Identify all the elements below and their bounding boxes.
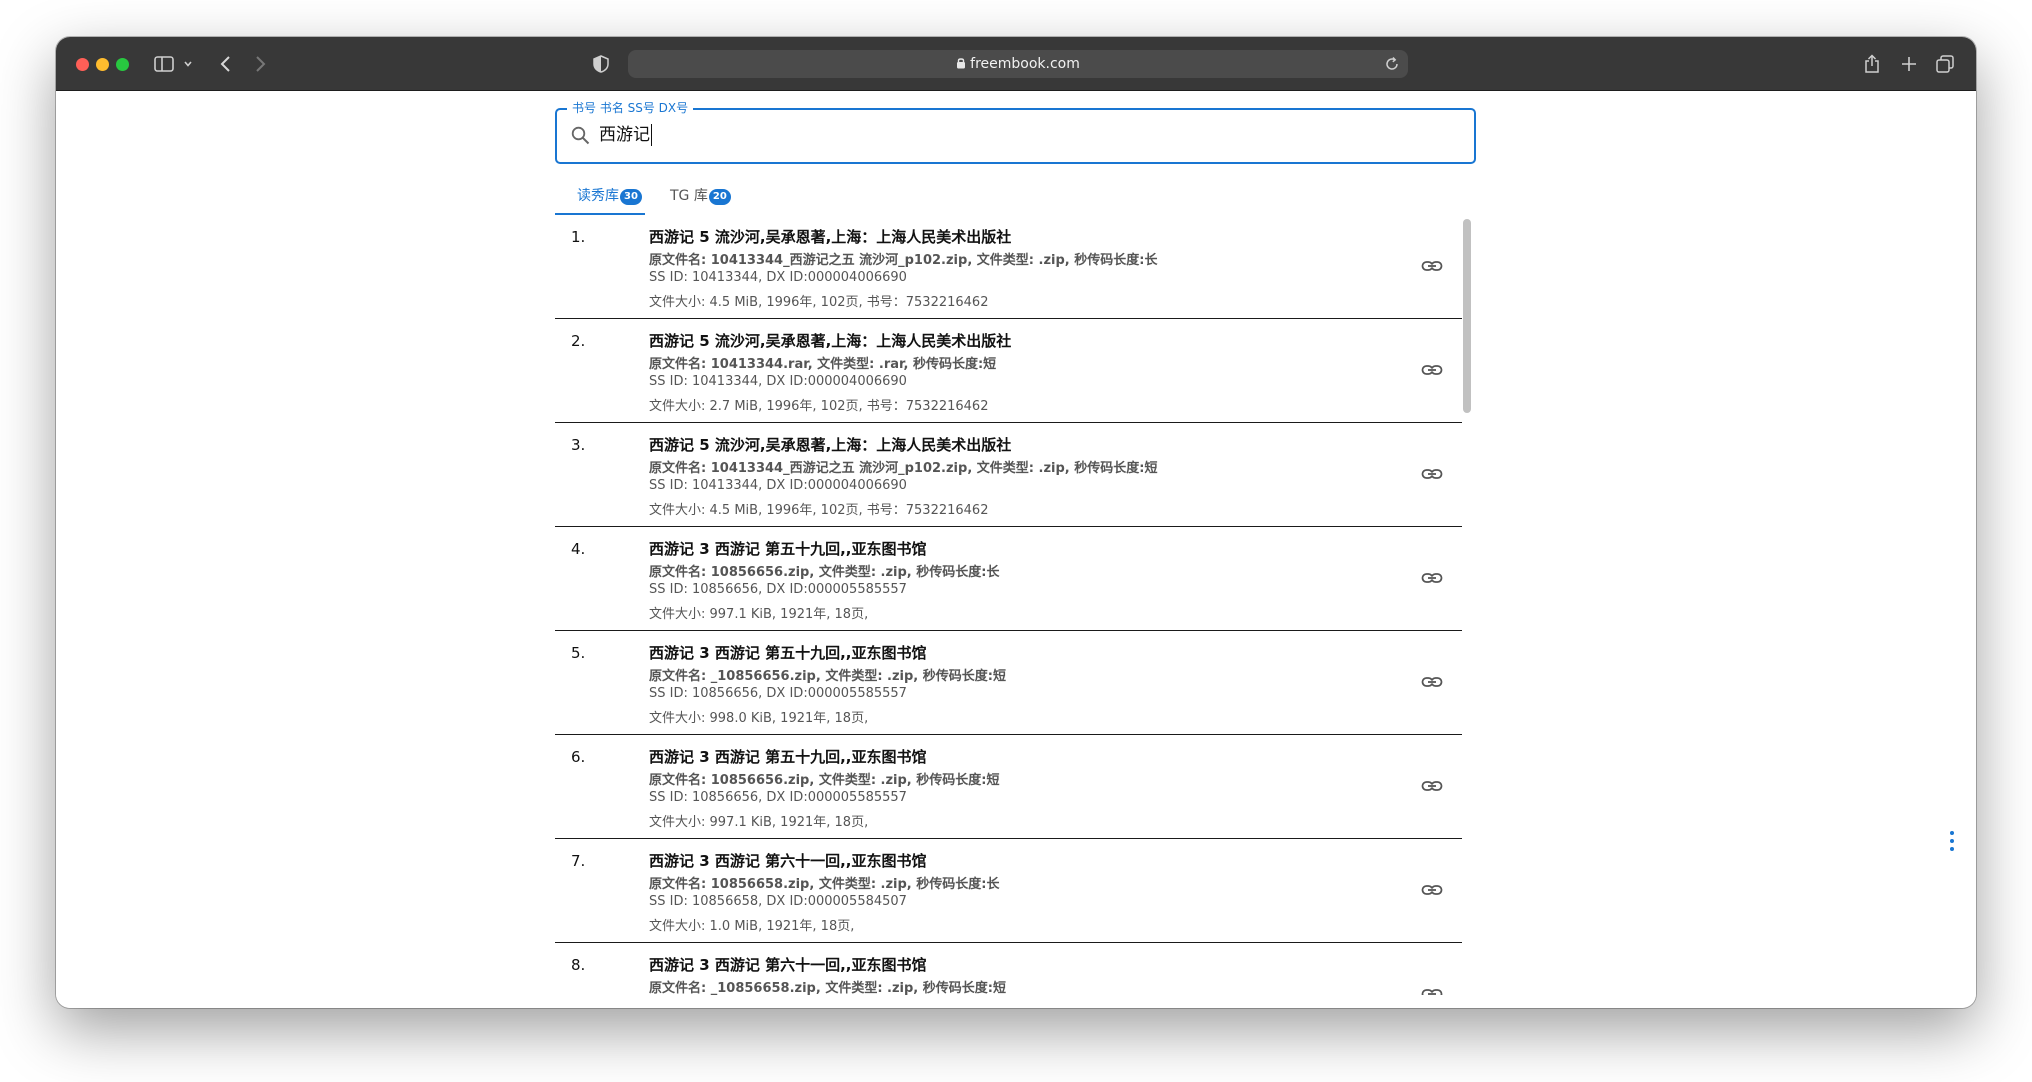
- item-title: 西游记 3 西游记 第六十一回,,亚东图书馆: [649, 956, 927, 974]
- item-ids: SS ID: 10856656, DX ID:000005585557: [649, 790, 907, 805]
- minimize-window-button[interactable]: [96, 58, 109, 71]
- address-bar[interactable]: freembook.com: [628, 50, 1408, 78]
- link-icon[interactable]: [1421, 255, 1443, 277]
- item-ids: SS ID: 10856656, DX ID:000005585557: [649, 686, 907, 701]
- zoom-window-button[interactable]: [116, 58, 129, 71]
- item-file: 原文件名: 10856656.zip, 文件类型: .zip, 秒传码长度:短: [649, 773, 1000, 788]
- new-tab-icon[interactable]: [1899, 51, 1919, 77]
- tab-duxiu-count-badge: 30: [620, 189, 642, 205]
- browser-window: freembook.com 书号 书名 SS号 DX号 西游记 读秀库 30 T…: [56, 37, 1976, 1008]
- tab-tg-label: TG 库: [670, 188, 708, 204]
- item-title: 西游记 3 西游记 第五十九回,,亚东图书馆: [649, 540, 927, 558]
- item-file: 原文件名: _10856658.zip, 文件类型: .zip, 秒传码长度:短: [649, 981, 1006, 995]
- item-file: 原文件名: 10413344.rar, 文件类型: .rar, 秒传码长度:短: [649, 357, 997, 372]
- link-icon[interactable]: [1421, 775, 1443, 797]
- item-number: 6.: [571, 748, 586, 766]
- item-file: 原文件名: 10413344_西游记之五 流沙河_p102.zip, 文件类型:…: [649, 253, 1158, 268]
- list-item[interactable]: 4. 西游记 3 西游记 第五十九回,,亚东图书馆 原文件名: 10856656…: [555, 527, 1462, 631]
- item-number: 3.: [571, 436, 586, 454]
- item-title: 西游记 3 西游记 第五十九回,,亚东图书馆: [649, 644, 927, 662]
- item-meta: 文件大小: 997.1 KiB, 1921年, 18页,: [649, 815, 869, 830]
- lock-icon: [957, 58, 966, 69]
- tab-overview-icon[interactable]: [1934, 51, 1956, 77]
- results-list: 1. 西游记 5 流沙河,吴承恩著,上海：上海人民美术出版社 原文件名: 104…: [555, 215, 1462, 995]
- link-icon[interactable]: [1421, 567, 1443, 589]
- item-meta: 文件大小: 998.0 KiB, 1921年, 18页,: [649, 711, 869, 726]
- browser-toolbar: freembook.com: [56, 37, 1976, 91]
- tab-duxiu[interactable]: 读秀库 30: [577, 175, 642, 215]
- share-icon[interactable]: [1862, 51, 1882, 77]
- search-field-label: 书号 书名 SS号 DX号: [567, 99, 694, 117]
- item-ids: SS ID: 10856658, DX ID:000005584507: [649, 894, 907, 909]
- item-meta: 文件大小: 4.5 MiB, 1996年, 102页, 书号：753221646…: [649, 295, 989, 310]
- link-icon[interactable]: [1421, 359, 1443, 381]
- sidebar-toggle-icon[interactable]: [154, 51, 198, 77]
- item-title: 西游记 5 流沙河,吴承恩著,上海：上海人民美术出版社: [649, 436, 1012, 454]
- search-input[interactable]: 西游记: [599, 124, 652, 146]
- item-ids: SS ID: 10413344, DX ID:000004006690: [649, 478, 907, 493]
- list-item[interactable]: 7. 西游记 3 西游记 第六十一回,,亚东图书馆 原文件名: 10856658…: [555, 839, 1462, 943]
- list-item[interactable]: 2. 西游记 5 流沙河,吴承恩著,上海：上海人民美术出版社 原文件名: 104…: [555, 319, 1462, 423]
- item-ids: SS ID: 10856656, DX ID:000005585557: [649, 582, 907, 597]
- search-icon: [571, 126, 590, 149]
- more-options-icon[interactable]: [1949, 831, 1955, 851]
- forward-icon[interactable]: [250, 51, 270, 77]
- address-text[interactable]: freembook.com: [628, 50, 1408, 78]
- library-tabs: 读秀库 30 TG 库 20: [555, 175, 1476, 215]
- item-ids: SS ID: 10413344, DX ID:000004006690: [649, 374, 907, 389]
- list-item[interactable]: 6. 西游记 3 西游记 第五十九回,,亚东图书馆 原文件名: 10856656…: [555, 735, 1462, 839]
- url-text: freembook.com: [970, 56, 1080, 72]
- item-file: 原文件名: 10856658.zip, 文件类型: .zip, 秒传码长度:长: [649, 877, 1000, 892]
- link-icon[interactable]: [1421, 879, 1443, 901]
- item-number: 7.: [571, 852, 586, 870]
- tab-tg-count-badge: 20: [708, 189, 731, 205]
- item-file: 原文件名: 10413344_西游记之五 流沙河_p102.zip, 文件类型:…: [649, 461, 1158, 476]
- item-file: 原文件名: 10856656.zip, 文件类型: .zip, 秒传码长度:长: [649, 565, 1000, 580]
- item-number: 1.: [571, 228, 586, 246]
- tab-duxiu-label: 读秀库: [577, 188, 619, 204]
- item-title: 西游记 3 西游记 第六十一回,,亚东图书馆: [649, 852, 927, 870]
- tab-tg[interactable]: TG 库 20: [670, 175, 731, 215]
- item-number: 8.: [571, 956, 586, 974]
- list-item[interactable]: 8. 西游记 3 西游记 第六十一回,,亚东图书馆 原文件名: _1085665…: [555, 943, 1462, 995]
- reload-icon[interactable]: [1384, 56, 1400, 76]
- link-icon[interactable]: [1421, 463, 1443, 485]
- item-title: 西游记 5 流沙河,吴承恩著,上海：上海人民美术出版社: [649, 332, 1012, 350]
- close-window-button[interactable]: [76, 58, 89, 71]
- item-meta: 文件大小: 2.7 MiB, 1996年, 102页, 书号：753221646…: [649, 399, 989, 414]
- search-field[interactable]: 书号 书名 SS号 DX号 西游记: [555, 99, 1476, 164]
- item-ids: SS ID: 10413344, DX ID:000004006690: [649, 270, 907, 285]
- item-meta: 文件大小: 997.1 KiB, 1921年, 18页,: [649, 607, 869, 622]
- back-icon[interactable]: [216, 51, 236, 77]
- item-title: 西游记 5 流沙河,吴承恩著,上海：上海人民美术出版社: [649, 228, 1012, 246]
- page-content: 书号 书名 SS号 DX号 西游记 读秀库 30 TG 库 20 1. 西游记 …: [56, 91, 1976, 1008]
- item-meta: 文件大小: 1.0 MiB, 1921年, 18页,: [649, 919, 855, 934]
- item-number: 2.: [571, 332, 586, 350]
- item-file: 原文件名: _10856656.zip, 文件类型: .zip, 秒传码长度:短: [649, 669, 1006, 684]
- list-item[interactable]: 5. 西游记 3 西游记 第五十九回,,亚东图书馆 原文件名: _1085665…: [555, 631, 1462, 735]
- item-number: 4.: [571, 540, 586, 558]
- list-item[interactable]: 3. 西游记 5 流沙河,吴承恩著,上海：上海人民美术出版社 原文件名: 104…: [555, 423, 1462, 527]
- link-icon[interactable]: [1421, 671, 1443, 693]
- link-icon[interactable]: [1421, 983, 1443, 995]
- privacy-shield-icon[interactable]: [591, 51, 611, 77]
- results-scrollbar[interactable]: [1463, 219, 1471, 413]
- list-item[interactable]: 1. 西游记 5 流沙河,吴承恩著,上海：上海人民美术出版社 原文件名: 104…: [555, 215, 1462, 319]
- item-meta: 文件大小: 4.5 MiB, 1996年, 102页, 书号：753221646…: [649, 503, 989, 518]
- item-title: 西游记 3 西游记 第五十九回,,亚东图书馆: [649, 748, 927, 766]
- item-number: 5.: [571, 644, 586, 662]
